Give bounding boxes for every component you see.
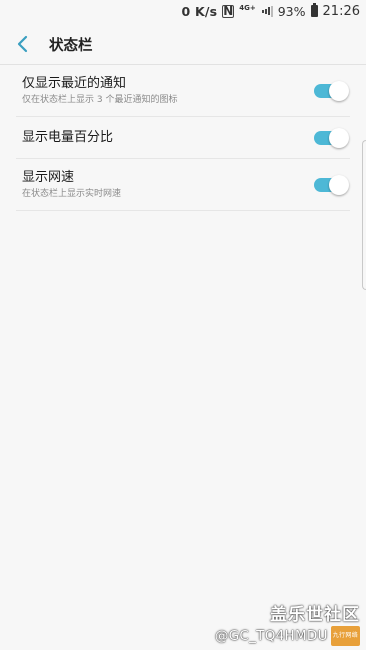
setting-title: 显示电量百分比 bbox=[22, 130, 114, 145]
clock: 21:26 bbox=[322, 3, 360, 19]
network-type-icon: 4G+ bbox=[239, 3, 256, 12]
chevron-left-icon bbox=[17, 35, 28, 53]
edge-panel-handle[interactable] bbox=[362, 140, 366, 290]
network-speed-toggle[interactable] bbox=[314, 174, 349, 195]
settings-screen: 0 K/s N 4G+ 93% 21:26 状态栏 仅显示最近的通知 仅在状态栏… bbox=[0, 0, 366, 650]
setting-row-battery-percent[interactable]: 显示电量百分比 bbox=[16, 117, 350, 159]
settings-list: 仅显示最近的通知 仅在状态栏上显示 3 个最近通知的图标 显示电量百分比 显示网… bbox=[0, 65, 366, 211]
setting-subtitle: 仅在状态栏上显示 3 个最近通知的图标 bbox=[22, 95, 178, 105]
setting-title: 仅显示最近的通知 bbox=[22, 76, 127, 91]
network-speed: 0 K/s bbox=[181, 3, 218, 19]
setting-row-network-speed[interactable]: 显示网速 在状态栏上显示实时网速 bbox=[16, 159, 350, 211]
watermark-username: @GC_TQ4HMDU bbox=[214, 628, 328, 644]
battery-percent: 93% bbox=[277, 3, 306, 19]
battery-icon bbox=[310, 3, 318, 17]
toggle-knob bbox=[329, 174, 349, 195]
battery-percent-toggle[interactable] bbox=[314, 127, 349, 148]
watermark-user: @GC_TQ4HMDU 九行网络 bbox=[215, 626, 360, 646]
page-title: 状态栏 bbox=[49, 37, 93, 54]
setting-title: 显示网速 bbox=[22, 170, 75, 185]
setting-row-recent-notifications[interactable]: 仅显示最近的通知 仅在状态栏上显示 3 个最近通知的图标 bbox=[16, 65, 350, 117]
nfc-icon: N bbox=[222, 3, 235, 18]
signal-icon bbox=[261, 5, 273, 17]
toggle-knob bbox=[329, 80, 349, 101]
watermark-community: 盖乐世社区 bbox=[270, 605, 360, 625]
toggle-knob bbox=[329, 127, 349, 148]
back-button[interactable] bbox=[1, 24, 45, 64]
recent-notifications-toggle[interactable] bbox=[314, 80, 349, 101]
watermark-badge: 九行网络 bbox=[330, 626, 360, 646]
watermark: 盖乐世社区 @GC_TQ4HMDU 九行网络 bbox=[215, 604, 360, 646]
app-header: 状态栏 bbox=[0, 24, 366, 64]
status-bar: 0 K/s N 4G+ 93% 21:26 bbox=[0, 0, 366, 22]
setting-subtitle: 在状态栏上显示实时网速 bbox=[22, 189, 122, 199]
